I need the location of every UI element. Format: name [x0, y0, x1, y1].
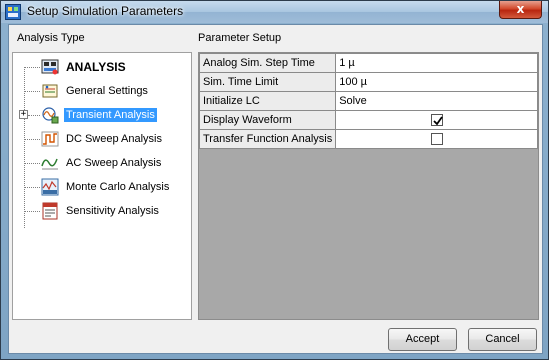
transfer-function-checkbox[interactable]: [430, 133, 443, 146]
parameter-setup-label: Parameter Setup: [198, 32, 282, 44]
tree-connector: [28, 115, 40, 116]
close-icon: x: [516, 2, 525, 16]
tree-item-ac-sweep-analysis[interactable]: AC Sweep Analysis: [41, 153, 163, 173]
checkmark-icon: [432, 116, 443, 126]
table-row: Transfer Function Analysis: [198, 129, 538, 149]
table-row: Initialize LC Solve: [198, 91, 538, 111]
time-limit-field[interactable]: 100 µ: [335, 72, 538, 92]
title-bar[interactable]: Setup Simulation Parameters x: [1, 1, 548, 23]
ac-sweep-icon: [41, 158, 58, 170]
step-time-field[interactable]: 1 µ: [335, 53, 538, 73]
parameter-grid: Analog Sim. Step Time 1 µ Sim. Time Limi…: [198, 52, 539, 320]
tree-item-sensitivity-analysis[interactable]: Sensitivity Analysis: [41, 201, 161, 221]
tree-item-label: General Settings: [66, 85, 148, 97]
dialog-client-area: Analysis Type Parameter Setup + ANALYSIS…: [8, 24, 543, 354]
general-settings-icon: [42, 84, 58, 98]
transfer-function-cell: [335, 129, 538, 149]
app-icon: [5, 4, 21, 20]
analysis-icon: [41, 59, 59, 75]
table-row: Sim. Time Limit 100 µ: [198, 72, 538, 92]
dialog-window: Setup Simulation Parameters x Analysis T…: [0, 0, 549, 360]
initialize-lc-field[interactable]: Solve: [335, 91, 538, 111]
sensitivity-icon: [42, 202, 58, 220]
tree-item-transient-analysis[interactable]: Transient Analysis: [41, 105, 157, 125]
param-name: Transfer Function Analysis: [198, 129, 337, 149]
analysis-tree[interactable]: + ANALYSIS General Settings Transient An…: [12, 52, 192, 320]
tree-item-analysis[interactable]: ANALYSIS: [41, 57, 128, 77]
table-row: Display Waveform: [198, 110, 538, 130]
analysis-type-label: Analysis Type: [17, 32, 85, 44]
expand-toggle[interactable]: +: [19, 110, 28, 119]
display-waveform-checkbox[interactable]: [430, 114, 443, 127]
window-title: Setup Simulation Parameters: [27, 4, 184, 18]
dc-sweep-icon: [41, 131, 59, 147]
tree-item-label: ANALYSIS: [66, 60, 126, 74]
tree-item-general-settings[interactable]: General Settings: [41, 81, 150, 101]
monte-carlo-icon: [41, 178, 59, 196]
parameter-table: Analog Sim. Step Time 1 µ Sim. Time Limi…: [198, 53, 538, 149]
tree-item-label: Monte Carlo Analysis: [66, 181, 170, 193]
param-name: Analog Sim. Step Time: [198, 53, 337, 73]
tree-item-dc-sweep-analysis[interactable]: DC Sweep Analysis: [41, 129, 164, 149]
param-name: Initialize LC: [198, 91, 337, 111]
transient-icon: [42, 107, 59, 124]
cancel-button[interactable]: Cancel: [468, 328, 537, 351]
tree-item-monte-carlo-analysis[interactable]: Monte Carlo Analysis: [41, 177, 171, 197]
tree-connector: [24, 91, 40, 92]
close-button[interactable]: x: [499, 1, 542, 19]
accept-button[interactable]: Accept: [388, 328, 457, 351]
tree-item-label: Sensitivity Analysis: [66, 205, 159, 217]
param-name: Display Waveform: [198, 110, 337, 130]
tree-connector: [24, 187, 40, 188]
display-waveform-cell: [335, 110, 538, 130]
tree-connector: [24, 163, 40, 164]
tree-connector: [24, 139, 40, 140]
tree-item-label: Transient Analysis: [64, 108, 157, 122]
tree-item-label: AC Sweep Analysis: [66, 157, 162, 169]
tree-connector: [24, 67, 40, 68]
tree-item-label: DC Sweep Analysis: [66, 133, 162, 145]
tree-connector: [24, 211, 40, 212]
param-name: Sim. Time Limit: [198, 72, 337, 92]
table-row: Analog Sim. Step Time 1 µ: [198, 53, 538, 73]
